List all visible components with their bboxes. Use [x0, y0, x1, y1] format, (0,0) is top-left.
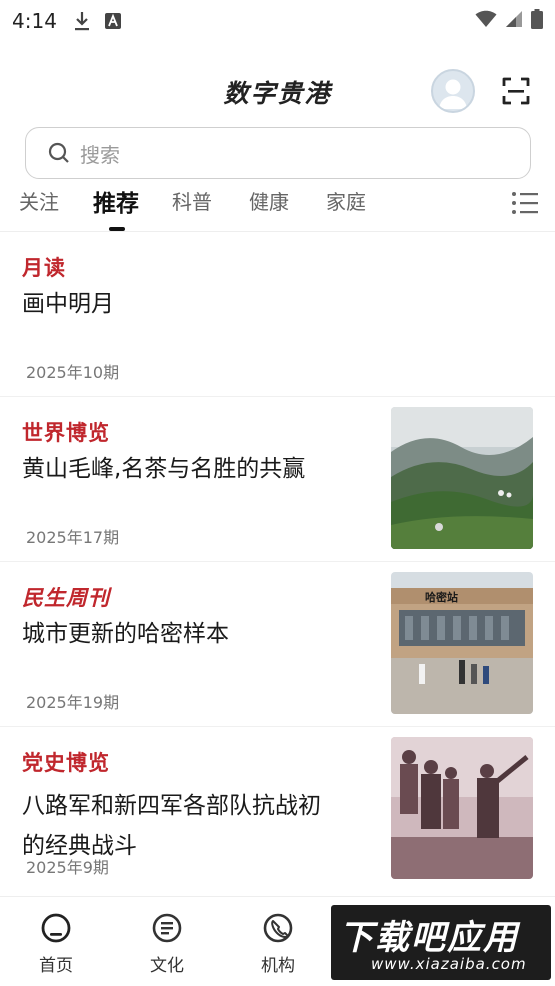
download-icon: [73, 11, 91, 31]
feed-item[interactable]: 月读 画中明月 2025年10期: [0, 232, 555, 397]
scan-button[interactable]: [500, 75, 532, 107]
feed-item[interactable]: 民生周刊 城市更新的哈密样本 2025年19期 哈密站: [0, 562, 555, 727]
home-icon: [41, 913, 71, 943]
list-menu-icon: [512, 192, 538, 214]
historical-photo-image: [391, 737, 533, 879]
magazine-logo: 月读: [22, 255, 66, 280]
tab-family[interactable]: 家庭: [326, 186, 366, 215]
article-thumbnail: 哈密站: [391, 572, 533, 714]
nav-label: 首页: [39, 956, 73, 976]
wifi-icon: [475, 9, 497, 33]
status-bar: 4:14: [0, 0, 555, 42]
font-a-icon: [104, 13, 121, 29]
article-thumbnail: [391, 737, 533, 879]
scan-icon: [502, 77, 530, 105]
search-input[interactable]: 搜索: [25, 127, 531, 179]
magazine-logo: 世界博览: [22, 420, 110, 445]
article-title: 城市更新的哈密样本: [22, 621, 229, 647]
feed-item[interactable]: 世界博览 黄山毛峰,名茶与名胜的共赢 2025年17期: [0, 397, 555, 562]
tea-mountain-image: [391, 407, 533, 549]
magazine-logo: 党史博览: [22, 750, 110, 775]
phone-icon: [263, 913, 293, 943]
tab-science[interactable]: 科普: [172, 186, 212, 215]
tab-follow[interactable]: 关注: [19, 186, 59, 215]
issue-label: 2025年10期: [26, 363, 120, 382]
signal-icon: [505, 9, 523, 33]
station-sign: 哈密站: [425, 591, 458, 604]
nav-label: 机构: [261, 956, 295, 976]
search-icon: [48, 142, 69, 163]
issue-label: 2025年19期: [26, 693, 120, 712]
magazine-logo: 民生周刊: [22, 585, 110, 610]
station-image: [391, 572, 533, 714]
feed-item[interactable]: 党史博览 八路军和新四军各部队抗战初 的经典战斗 2025年9期: [0, 727, 555, 895]
nav-institution[interactable]: 机构: [243, 911, 313, 976]
category-tabs: 关注 推荐 科普 健康 家庭: [0, 184, 555, 231]
tab-health[interactable]: 健康: [249, 186, 289, 215]
nav-home[interactable]: 首页: [21, 911, 91, 976]
watermark-logo: 下载吧应用 www.xiazaiba.com: [331, 905, 551, 980]
article-thumbnail: [391, 407, 533, 549]
nav-culture[interactable]: 文化: [132, 911, 202, 976]
article-title: 黄山毛峰,名茶与名胜的共赢: [22, 456, 306, 482]
watermark-url: www.xiazaiba.com: [371, 955, 527, 973]
article-title-line-1: 八路军和新四军各部队抗战初: [22, 793, 321, 819]
watermark-text: 下载吧应用: [339, 918, 519, 958]
search-placeholder: 搜索: [80, 142, 120, 167]
article-title: 画中明月: [22, 291, 114, 317]
battery-icon: [531, 8, 543, 34]
issue-label: 2025年9期: [26, 858, 109, 877]
user-icon: [439, 79, 467, 109]
status-time: 4:14: [12, 9, 57, 33]
culture-icon: [152, 913, 182, 943]
app-header: 数字贵港: [0, 60, 555, 120]
avatar[interactable]: [431, 69, 475, 113]
issue-label: 2025年17期: [26, 528, 120, 547]
tab-recommend[interactable]: 推荐: [93, 184, 139, 218]
category-menu-button[interactable]: [511, 190, 539, 216]
nav-label: 文化: [150, 956, 184, 976]
